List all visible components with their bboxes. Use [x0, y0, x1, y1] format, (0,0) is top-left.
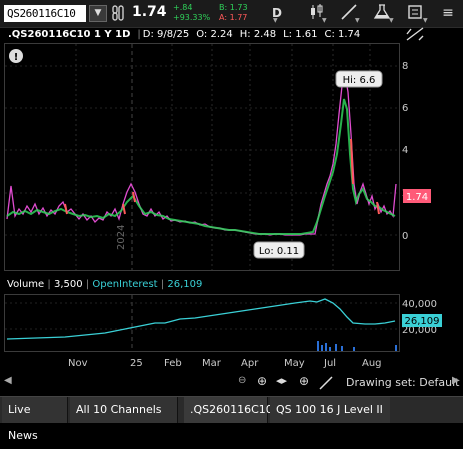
zigzag-icon: [406, 27, 424, 41]
volume-scale-svg: 40,000 20,000 26,109: [402, 299, 442, 336]
oi-badge-text: 26,109: [405, 316, 440, 327]
zoom-in-icon[interactable]: ⊕: [257, 374, 267, 388]
price-tick: 8: [402, 61, 408, 72]
volume-header: Volume | 3,500 | OpenInterest | 26,109: [4, 277, 400, 293]
price-chart-svg: ! 2024 Hi: 6.6 Lo: 0.11: [5, 44, 399, 270]
header-open: O: 2.24: [196, 29, 233, 40]
oi-value: 26,109: [167, 279, 203, 290]
hi-label: Hi: 6.6: [343, 75, 376, 86]
link-icon[interactable]: [112, 4, 126, 22]
warning-icon[interactable]: !: [9, 49, 23, 63]
open-interest-line: [6, 298, 396, 340]
price-scale[interactable]: 8 6 4 2 0 1.74: [400, 43, 463, 271]
studies-chevron-icon: ▼: [389, 17, 394, 24]
expand-chart-button[interactable]: [404, 26, 426, 42]
bid-ask-box: B: 1.73 A: 1.77: [219, 3, 253, 23]
pan-arrows-icon[interactable]: ◂▸: [276, 374, 287, 387]
header-low: L: 1.61: [283, 29, 318, 40]
draw-line-icon[interactable]: [318, 375, 334, 391]
scroll-left-icon[interactable]: ◀: [4, 375, 12, 386]
volume-chart-svg: [5, 295, 399, 351]
volume-label: Volume: [7, 279, 45, 290]
x-axis[interactable]: Nov 25 Feb Mar Apr May Jul Aug: [4, 355, 400, 373]
zoom-drawing-bar: ◀ ⊖ ⊕ ◂▸ ⊕ Drawing set: Default ▶: [0, 373, 463, 393]
price-chart-area[interactable]: ! 2024 Hi: 6.6 Lo: 0.11: [4, 43, 400, 271]
bid-price: B: 1.73: [219, 3, 248, 12]
price-tick: 6: [402, 103, 408, 114]
more-menu-button[interactable]: ≡: [437, 3, 459, 24]
oi-separator: |: [85, 279, 90, 290]
drawing-chevron-icon: ▼: [355, 17, 360, 24]
volume-scale[interactable]: 40,000 20,000 26,109: [400, 294, 463, 352]
x-tick: Feb: [164, 358, 182, 369]
symbol-tab[interactable]: .QS260116C10: [184, 397, 273, 423]
x-tick: May: [284, 358, 305, 369]
channels-tab[interactable]: All 10 Channels: [70, 397, 178, 423]
price-tick: 0: [402, 231, 408, 242]
volume-tick: 40,000: [402, 299, 437, 310]
x-tick: Jul: [324, 358, 337, 369]
style-chevron-icon: ▼: [322, 17, 327, 24]
header-date: D: 9/8/25: [142, 29, 190, 40]
symbol-period: .QS260116C10 1 Y 1D: [8, 29, 131, 40]
zoom-out-icon[interactable]: ⊖: [238, 375, 246, 386]
lo-label: Lo: 0.11: [259, 246, 299, 257]
settings-chevron-icon: ▼: [423, 17, 428, 24]
x-tick: Mar: [202, 358, 221, 369]
x-tick: Aug: [362, 358, 382, 369]
x-tick: Apr: [241, 358, 259, 369]
percent-change: +93.33%: [173, 13, 211, 22]
ask-price: A: 1.77: [219, 13, 248, 22]
price-scale-svg: 8 6 4 2 0 1.74: [402, 61, 431, 242]
volume-chart-area[interactable]: [4, 294, 400, 352]
drawing-set-label[interactable]: Drawing set: Default: [346, 376, 459, 389]
lo-bubble: Lo: 0.11: [253, 241, 305, 259]
symbol-dropdown-button[interactable]: ▼: [89, 5, 107, 22]
price-tick: 4: [402, 145, 408, 156]
x-tick: 25: [130, 358, 143, 369]
current-price-text: 1.74: [406, 192, 428, 203]
change-box: +.84 +93.33%: [173, 3, 211, 23]
ohlc-header: .QS260116C10 1 Y 1D | D: 9/8/25 O: 2.24 H: 2…: [0, 27, 400, 42]
header-high: H: 2.48: [239, 29, 277, 40]
level2-tab[interactable]: QS 100 16 J Level II: [270, 397, 390, 423]
volume-separator: |: [47, 279, 51, 290]
live-news-tab[interactable]: Live News: [2, 397, 68, 442]
scroll-right-icon[interactable]: ▶: [452, 375, 460, 386]
aggregation-chevron-icon: ▼: [273, 17, 278, 24]
volume-bars: [317, 341, 397, 351]
candle-series: [6, 98, 396, 235]
svg-text:!: !: [14, 52, 19, 63]
bottom-tab-bar: Live News All 10 Channels .QS260116C10 Q…: [0, 396, 463, 442]
chart-toolbar: QS260116C10 ▼ 1.74 +.84 +93.33% B: 1.73 …: [0, 0, 463, 28]
net-change: +.84: [173, 3, 193, 12]
last-price: 1.74: [132, 4, 167, 20]
oi-value-separator: |: [160, 279, 165, 290]
symbol-input[interactable]: QS260116C10: [4, 5, 86, 22]
header-separator: |: [137, 29, 141, 40]
oi-label: OpenInterest: [92, 279, 158, 290]
hi-bubble: Hi: 6.6: [335, 70, 383, 88]
x-tick: Nov: [68, 358, 88, 369]
volume-value: 3,500: [53, 279, 83, 290]
header-close: C: 1.74: [324, 29, 361, 40]
year-marker: 2024: [116, 225, 127, 250]
crosshair-icon[interactable]: ⊕: [299, 374, 309, 388]
settings-icon: [408, 5, 422, 19]
